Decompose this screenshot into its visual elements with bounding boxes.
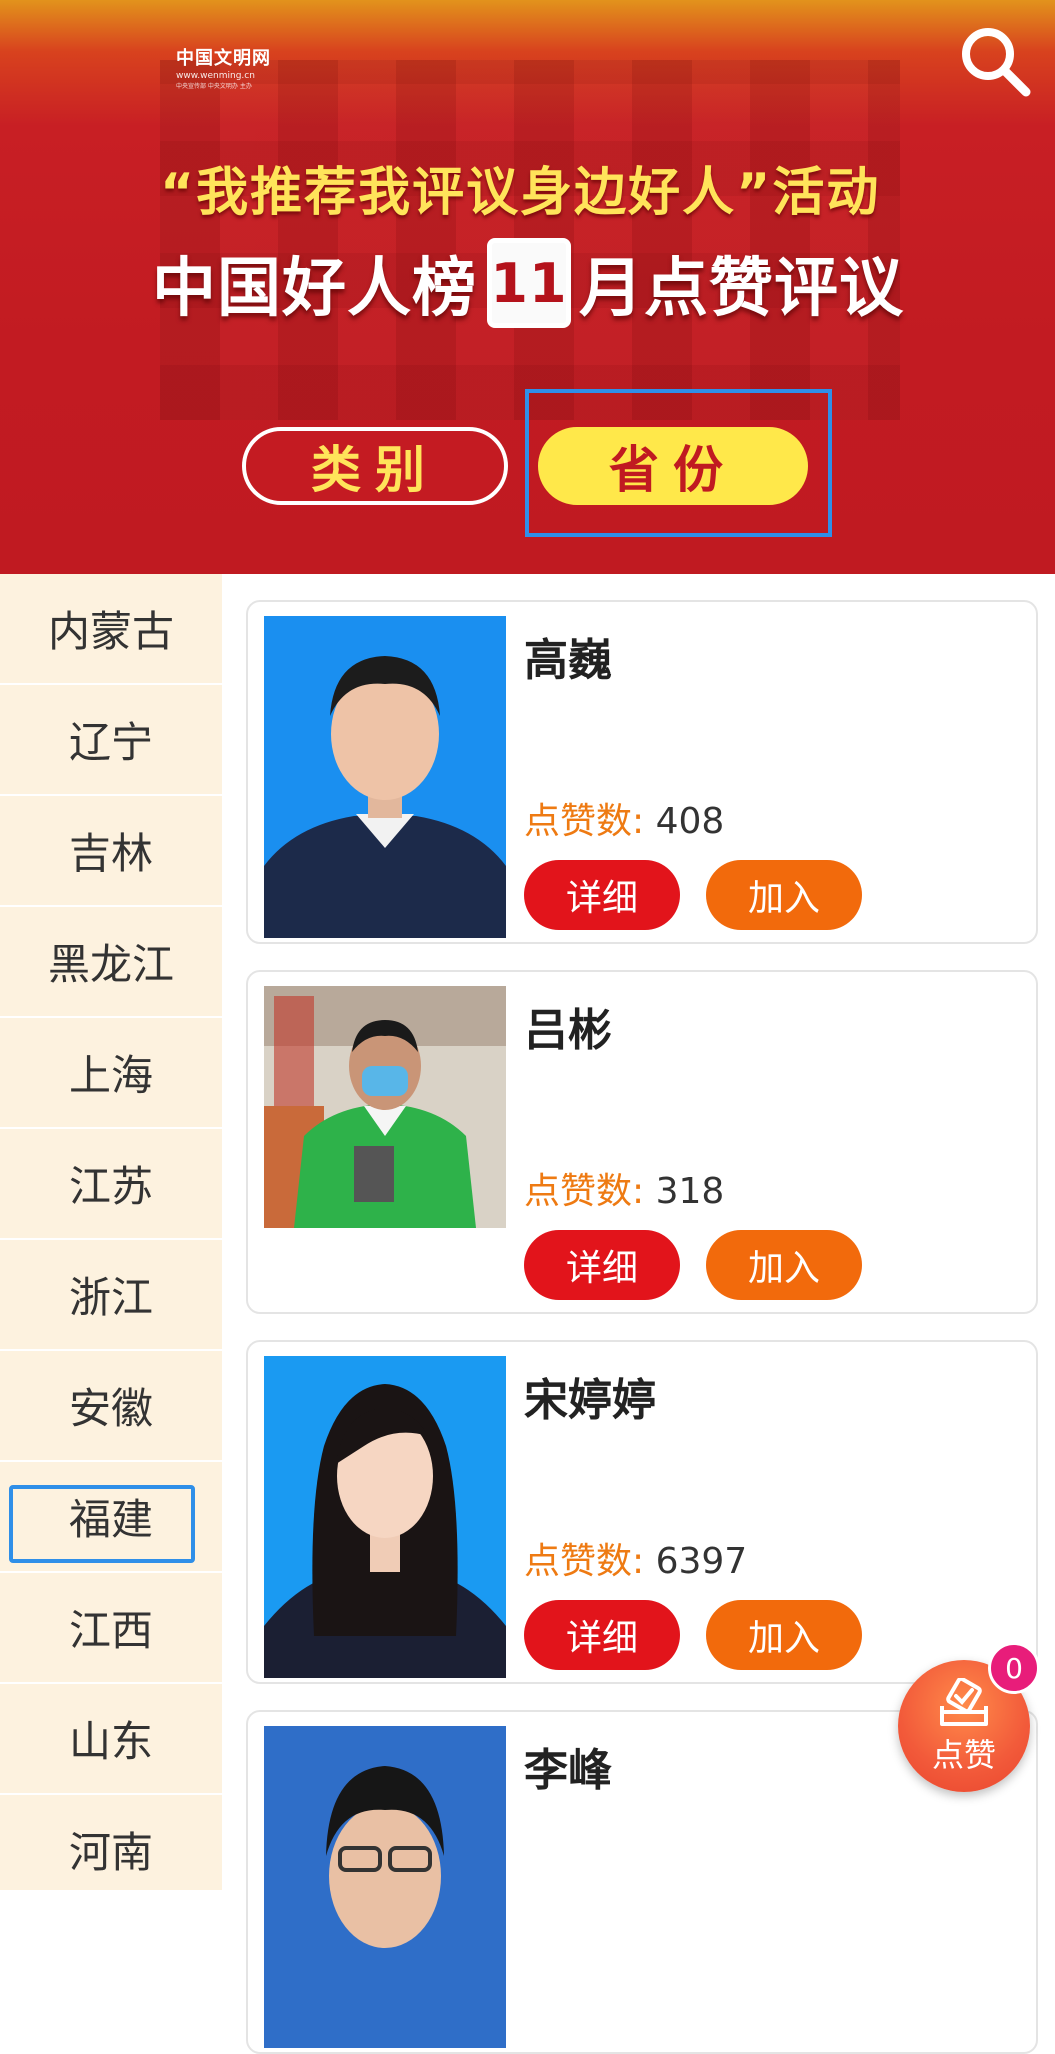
sidebar-item-liaoning[interactable]: 辽宁 (0, 685, 222, 796)
sidebar-item-heilongjiang[interactable]: 黑龙江 (0, 907, 222, 1018)
join-button[interactable]: 加入 (706, 1230, 862, 1300)
ballot-box-icon (940, 1678, 988, 1726)
month-badge: 11 (487, 238, 571, 328)
wenming-logo: 中国文明网 www.wenming.cn 中央宣传部 中央文明办 主办 (176, 48, 286, 91)
like-count: 点赞数: 318 (524, 1162, 724, 1214)
logo-title: 中国文明网 (176, 48, 271, 69)
sidebar-item-jiangsu[interactable]: 江苏 (0, 1129, 222, 1240)
person-name: 李峰 (524, 1745, 612, 1796)
like-count-value: 408 (655, 801, 725, 842)
like-count-value: 6397 (655, 1541, 748, 1582)
join-button[interactable]: 加入 (706, 1600, 862, 1670)
person-card: 宋婷婷 点赞数: 6397 详细 加入 (246, 1340, 1038, 1684)
like-count-badge: 0 (988, 1642, 1040, 1694)
campaign-subtitle: 中国好人榜 11 月点赞评议 (152, 238, 932, 328)
tab-category[interactable]: 类别 (242, 427, 508, 505)
like-count-value: 318 (655, 1171, 725, 1212)
sidebar-item-anhui[interactable]: 安徽 (0, 1351, 222, 1462)
province-sidebar: 内蒙古 辽宁 吉林 黑龙江 上海 江苏 浙江 安徽 福建 江西 山东 河南 (0, 574, 222, 1906)
sidebar-item-fujian[interactable]: 福建 (0, 1462, 222, 1573)
person-photo[interactable] (264, 1726, 506, 2048)
person-photo[interactable] (264, 616, 506, 938)
detail-button[interactable]: 详细 (524, 1230, 680, 1300)
sidebar-item-shanghai[interactable]: 上海 (0, 1018, 222, 1129)
sidebar-item-shandong[interactable]: 山东 (0, 1684, 222, 1795)
person-card: 高巍 点赞数: 408 详细 加入 (246, 600, 1038, 944)
person-card: 吕彬 点赞数: 318 详细 加入 (246, 970, 1038, 1314)
like-count-label: 点赞数: (524, 1171, 645, 1212)
detail-button[interactable]: 详细 (524, 1600, 680, 1670)
subtitle-suffix: 月点赞评议 (579, 252, 904, 326)
like-count: 点赞数: 6397 (524, 1532, 747, 1584)
province-tab-focus-highlight (525, 389, 832, 537)
like-cart-label: 点赞 (931, 1736, 996, 1774)
search-button[interactable] (958, 24, 1034, 100)
join-button[interactable]: 加入 (706, 860, 862, 930)
sidebar-item-henan[interactable]: 河南 (0, 1795, 222, 1906)
person-photo[interactable] (264, 1356, 506, 1678)
search-icon (962, 28, 1031, 97)
person-name: 宋婷婷 (524, 1375, 656, 1426)
person-name: 吕彬 (524, 1005, 612, 1056)
sidebar-item-neimenggu[interactable]: 内蒙古 (0, 574, 222, 685)
sidebar-item-jilin[interactable]: 吉林 (0, 796, 222, 907)
person-photo[interactable] (264, 986, 506, 1308)
campaign-title: “我推荐我评议身边好人”活动 (160, 163, 881, 223)
like-count-label: 点赞数: (524, 1541, 645, 1582)
subtitle-prefix: 中国好人榜 (152, 252, 477, 326)
sidebar-item-jiangxi[interactable]: 江西 (0, 1573, 222, 1684)
detail-button[interactable]: 详细 (524, 860, 680, 930)
logo-url: www.wenming.cn (176, 71, 255, 81)
sidebar-item-zhejiang[interactable]: 浙江 (0, 1240, 222, 1351)
person-name: 高巍 (524, 635, 612, 686)
logo-host: 中央宣传部 中央文明办 主办 (176, 83, 252, 90)
like-count-label: 点赞数: (524, 801, 645, 842)
like-count: 点赞数: 408 (524, 792, 724, 844)
